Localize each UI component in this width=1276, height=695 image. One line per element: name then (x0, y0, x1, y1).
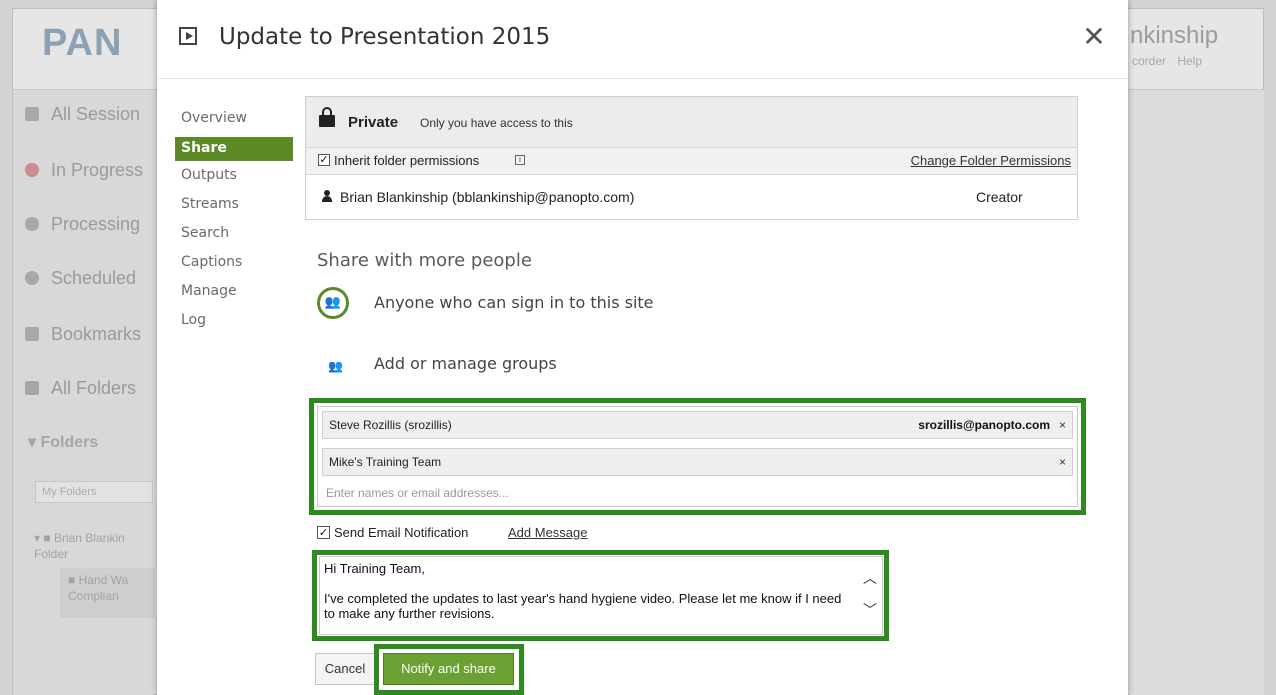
recipient-name: Steve Rozillis (srozillis) (329, 418, 452, 432)
tree-item-label: Hand Wa Complian (68, 573, 129, 603)
recorder-link[interactable]: corder (1132, 54, 1166, 68)
dialog-title-bar: Update to Presentation 2015 ✕ (157, 0, 1128, 79)
cancel-button[interactable]: Cancel (315, 653, 375, 685)
change-folder-permissions-link[interactable]: Change Folder Permissions (911, 153, 1071, 168)
lock-icon (319, 107, 335, 127)
recipient-token[interactable]: Steve Rozillis (srozillis) srozillis@pan… (322, 411, 1073, 439)
tab-streams[interactable]: Streams (175, 194, 293, 223)
recipient-token[interactable]: Mike's Training Team × (322, 448, 1073, 476)
nav-in-progress[interactable]: In Progress (25, 160, 143, 181)
notify-and-share-button[interactable]: Notify and share (383, 653, 514, 685)
nav-scheduled[interactable]: Scheduled (25, 268, 136, 289)
inherit-checkbox[interactable]: ✓ (318, 154, 330, 166)
message-textarea[interactable]: Hi Training Team, I've completed the upd… (319, 556, 883, 635)
recipient-input[interactable] (326, 486, 1066, 500)
anyone-option[interactable]: Anyone who can sign in to this site (374, 293, 654, 312)
dialog-title: Update to Presentation 2015 (219, 24, 551, 50)
owner-name: Brian Blankinship (bblankinship@panopto.… (340, 189, 635, 205)
folders-heading-label: Folders (40, 434, 99, 451)
tab-outputs[interactable]: Outputs (175, 165, 293, 194)
manage-groups-option[interactable]: Add or manage groups (374, 354, 557, 373)
app-logo: PAN (42, 22, 123, 64)
owner-role: Creator (976, 189, 1023, 205)
tab-manage[interactable]: Manage (175, 281, 293, 310)
nav-label: Bookmarks (51, 324, 142, 344)
tab-log[interactable]: Log (175, 310, 293, 339)
chevron-up-icon[interactable]: ︿ (862, 571, 878, 587)
inherit-row: ✓ Inherit folder permissions i Change Fo… (306, 148, 1077, 175)
permissions-box: Private Only you have access to this ✓ I… (305, 96, 1078, 220)
folders-search[interactable]: My Folders (35, 481, 153, 503)
header-links: corder Help (1132, 54, 1210, 68)
nav-label: All Folders (51, 378, 137, 398)
tab-search[interactable]: Search (175, 223, 293, 252)
recipient-email: srozillis@panopto.com (918, 418, 1050, 432)
folder-icon (25, 381, 39, 395)
recipients-field[interactable]: Steve Rozillis (srozillis) srozillis@pan… (317, 406, 1078, 507)
nav-all-sessions[interactable]: All Session (25, 104, 140, 125)
bookmark-icon (25, 327, 39, 341)
processing-icon (25, 217, 39, 231)
privacy-label: Private (348, 114, 399, 131)
message-scrollbar[interactable]: ︿ ﹀ (858, 557, 882, 634)
share-dialog: Update to Presentation 2015 ✕ Overview S… (157, 0, 1128, 695)
tab-captions[interactable]: Captions (175, 252, 293, 281)
add-message-link[interactable]: Add Message (508, 525, 588, 540)
people-circle-icon[interactable]: 👥 (317, 287, 349, 319)
person-icon (322, 190, 332, 202)
recipient-name: Mike's Training Team (329, 455, 442, 469)
tree-item-brian-folder[interactable]: ▾ ■ Brian Blankin Folder (34, 530, 152, 562)
nav-label: In Progress (51, 160, 144, 180)
help-link[interactable]: Help (1177, 54, 1202, 68)
nav-processing[interactable]: Processing (25, 214, 140, 235)
privacy-description: Only you have access to this (420, 116, 573, 130)
send-notification-checkbox[interactable]: ✓ (317, 526, 330, 539)
send-notification-label: Send Email Notification (334, 525, 469, 540)
right-pane (1130, 90, 1264, 695)
message-text[interactable]: Hi Training Team, I've completed the upd… (324, 561, 854, 621)
nav-bookmarks[interactable]: Bookmarks (25, 324, 141, 345)
nav-all-folders[interactable]: All Folders (25, 378, 136, 399)
nav-label: All Session (51, 104, 141, 124)
folders-heading: ▾ Folders (28, 434, 99, 451)
groups-icon[interactable]: 👥 (328, 359, 346, 373)
nav-label: Processing (51, 214, 141, 234)
dialog-tabs: Overview Share Outputs Streams Search Ca… (175, 108, 293, 339)
clock-icon (25, 271, 39, 285)
remove-recipient-icon[interactable]: × (1059, 455, 1066, 469)
info-icon[interactable]: i (515, 155, 525, 165)
tab-share[interactable]: Share (175, 137, 293, 161)
tree-item-hand-wash[interactable]: ■ Hand Wa Complian (68, 572, 154, 604)
share-heading: Share with more people (317, 250, 532, 271)
user-menu[interactable]: nkinship (1130, 22, 1218, 50)
close-icon[interactable]: ✕ (1079, 22, 1109, 52)
owner-row: Brian Blankinship (bblankinship@panopto.… (306, 175, 1077, 219)
remove-recipient-icon[interactable]: × (1059, 418, 1066, 432)
nav-label: Scheduled (51, 268, 137, 288)
sessions-icon (25, 107, 39, 121)
tree-item-label: Brian Blankin Folder (34, 531, 125, 561)
record-icon (25, 163, 39, 177)
video-icon (179, 27, 197, 45)
tab-overview[interactable]: Overview (175, 108, 293, 137)
privacy-row: Private Only you have access to this (306, 97, 1077, 148)
chevron-down-icon[interactable]: ﹀ (862, 603, 878, 619)
inherit-label: Inherit folder permissions (334, 153, 480, 168)
